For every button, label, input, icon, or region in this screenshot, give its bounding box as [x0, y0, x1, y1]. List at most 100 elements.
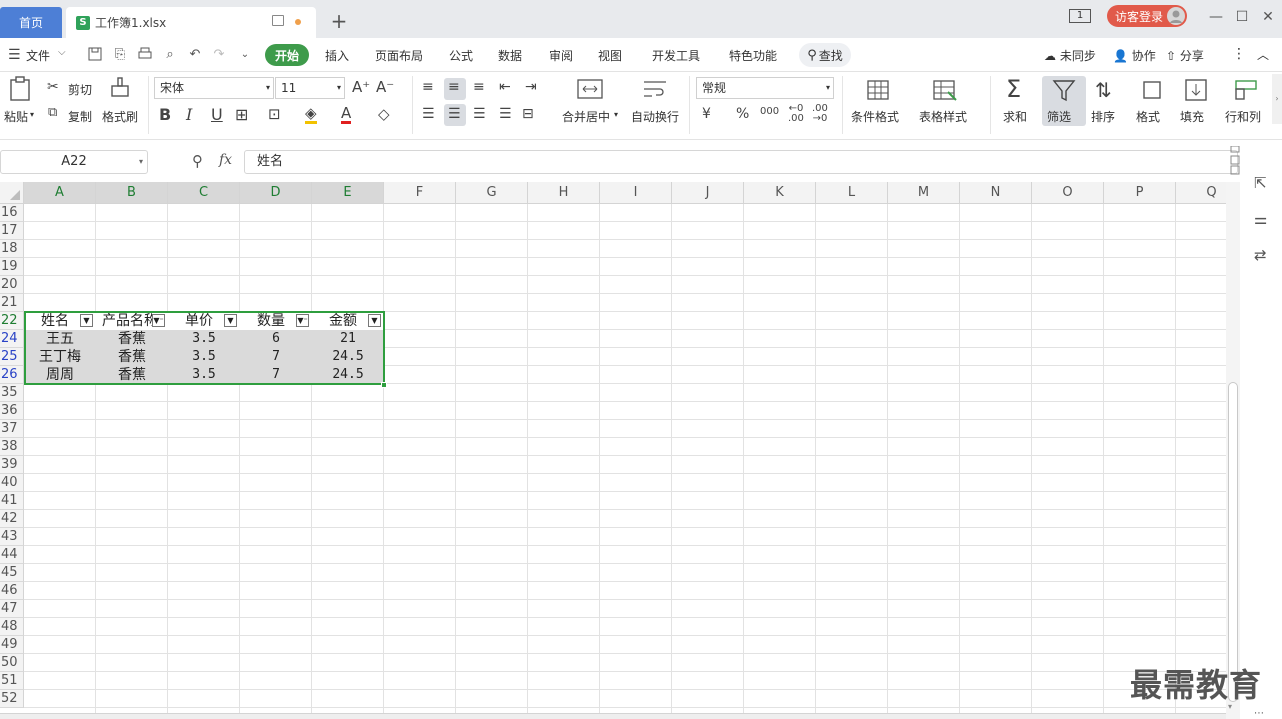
- increase-font-icon[interactable]: A⁺: [352, 78, 370, 96]
- copy-button[interactable]: 复制: [68, 108, 92, 125]
- indent-increase-icon[interactable]: ⇥: [525, 79, 537, 95]
- chevron-down-icon[interactable]: ▾: [614, 110, 618, 119]
- format-painter-button[interactable]: 格式刷: [102, 108, 138, 125]
- share-button[interactable]: ⇧ 分享: [1166, 47, 1204, 64]
- close-icon[interactable]: ✕: [1258, 8, 1278, 26]
- fill-down-icon[interactable]: [1184, 78, 1208, 102]
- more-icon[interactable]: ⋮: [1232, 46, 1246, 62]
- bold-icon[interactable]: B: [159, 105, 171, 124]
- paste-dropdown-icon[interactable]: ▾: [30, 110, 34, 119]
- column-header[interactable]: C: [168, 182, 240, 204]
- rows-columns-icon[interactable]: [1234, 78, 1258, 102]
- menu-tab-page-layout[interactable]: 页面布局: [375, 47, 423, 64]
- row-header[interactable]: 41: [0, 492, 24, 510]
- border-icon[interactable]: ⊞: [235, 105, 248, 124]
- format-button[interactable]: 格式: [1136, 108, 1160, 125]
- menu-tab-insert[interactable]: 插入: [325, 47, 349, 64]
- row-header[interactable]: 46: [0, 582, 24, 600]
- output-icon[interactable]: ⎘: [112, 47, 128, 63]
- sum-button[interactable]: 求和: [1003, 108, 1027, 125]
- row-header[interactable]: 21: [0, 294, 24, 312]
- monitor-icon[interactable]: [272, 15, 284, 26]
- row-header[interactable]: 22: [0, 312, 24, 330]
- eraser-icon[interactable]: ◇: [378, 105, 390, 123]
- chevron-down-icon[interactable]: ⌵: [58, 47, 66, 58]
- rows-columns-button[interactable]: 行和列: [1225, 108, 1261, 125]
- row-header[interactable]: 49: [0, 636, 24, 654]
- tab-home[interactable]: 首页: [0, 7, 62, 38]
- minimize-icon[interactable]: —: [1206, 8, 1226, 26]
- row-header[interactable]: 17: [0, 222, 24, 240]
- sort-button[interactable]: 排序: [1091, 108, 1115, 125]
- menu-tab-view[interactable]: 视图: [598, 47, 622, 64]
- align-bottom-icon[interactable]: ≡: [473, 79, 485, 95]
- row-header[interactable]: 52: [0, 690, 24, 708]
- collapse-ribbon-icon[interactable]: ︿: [1257, 46, 1269, 63]
- row-header[interactable]: 44: [0, 546, 24, 564]
- menu-tab-developer[interactable]: 开发工具: [652, 47, 700, 64]
- print-icon[interactable]: [137, 47, 153, 63]
- row-header[interactable]: 16: [0, 204, 24, 222]
- column-header[interactable]: J: [672, 182, 744, 204]
- column-header[interactable]: P: [1104, 182, 1176, 204]
- more-options-icon[interactable]: ⋯: [1254, 708, 1264, 719]
- spreadsheet-grid[interactable]: ABCDEFGHIJKLMNOPQ 16 17 18 19 20 21 22 24 25 26 35…: [0, 182, 1226, 719]
- row-header[interactable]: 51: [0, 672, 24, 690]
- table-style-icon[interactable]: [932, 78, 958, 102]
- menu-tab-start[interactable]: 开始: [265, 44, 309, 66]
- paste-icon[interactable]: [8, 76, 32, 102]
- menu-search-button[interactable]: ⚲ 查找: [799, 43, 851, 67]
- cell-style-icon[interactable]: ⊡: [268, 105, 281, 123]
- wrap-text-icon[interactable]: [642, 78, 668, 100]
- menu-tab-formula[interactable]: 公式: [449, 47, 473, 64]
- row-header[interactable]: 47: [0, 600, 24, 618]
- row-header[interactable]: 38: [0, 438, 24, 456]
- row-header[interactable]: 48: [0, 618, 24, 636]
- format-icon[interactable]: [1140, 78, 1164, 102]
- paste-button[interactable]: 粘贴: [4, 108, 28, 125]
- column-header[interactable]: F: [384, 182, 456, 204]
- row-header[interactable]: 45: [0, 564, 24, 582]
- column-header[interactable]: A: [24, 182, 96, 204]
- row-header[interactable]: 42: [0, 510, 24, 528]
- transform-icon[interactable]: ⇄: [1254, 246, 1267, 264]
- column-header[interactable]: N: [960, 182, 1032, 204]
- format-painter-icon[interactable]: [108, 76, 132, 102]
- row-header[interactable]: 26: [0, 366, 24, 384]
- row-header[interactable]: 19: [0, 258, 24, 276]
- sync-status[interactable]: ☁ 未同步: [1044, 47, 1096, 64]
- name-box[interactable]: A22 ▾: [0, 150, 148, 174]
- font-name-select[interactable]: 宋体 ▾: [154, 77, 274, 99]
- column-header[interactable]: G: [456, 182, 528, 204]
- tab-workbook[interactable]: S 工作簿1.xlsx: [66, 7, 316, 38]
- underline-icon[interactable]: U: [211, 105, 223, 124]
- window-count-icon[interactable]: 1: [1069, 9, 1091, 23]
- new-tab-button[interactable]: +: [328, 9, 350, 33]
- formula-input[interactable]: 姓名: [244, 150, 1238, 174]
- scrollbar-thumb[interactable]: [1228, 382, 1238, 702]
- menu-tab-review[interactable]: 审阅: [549, 47, 573, 64]
- chevron-down-icon[interactable]: ▾: [139, 151, 143, 173]
- indent-decrease-icon[interactable]: ⇤: [499, 79, 511, 95]
- row-header[interactable]: 36: [0, 402, 24, 420]
- cursor-select-icon[interactable]: ⇱: [1254, 174, 1267, 192]
- save-icon[interactable]: [87, 47, 103, 63]
- redo-icon[interactable]: ↷: [211, 47, 227, 63]
- row-header[interactable]: 20: [0, 276, 24, 294]
- justify-icon[interactable]: ☰: [499, 106, 512, 122]
- row-header[interactable]: 18: [0, 240, 24, 258]
- column-header[interactable]: H: [528, 182, 600, 204]
- visitor-login-button[interactable]: 访客登录: [1107, 5, 1187, 27]
- row-header[interactable]: 37: [0, 420, 24, 438]
- align-middle-icon[interactable]: ≡: [448, 79, 460, 95]
- select-all-corner[interactable]: [0, 182, 24, 204]
- column-header[interactable]: B: [96, 182, 168, 204]
- cut-button[interactable]: 剪切: [68, 81, 92, 98]
- fill-color-icon[interactable]: ◈: [305, 105, 317, 124]
- row-header[interactable]: 40: [0, 474, 24, 492]
- fill-handle[interactable]: [381, 382, 387, 388]
- column-header[interactable]: K: [744, 182, 816, 204]
- thousands-button[interactable]: 000: [760, 106, 779, 117]
- hamburger-menu-icon[interactable]: ☰: [8, 47, 21, 63]
- merge-icon[interactable]: [577, 78, 603, 100]
